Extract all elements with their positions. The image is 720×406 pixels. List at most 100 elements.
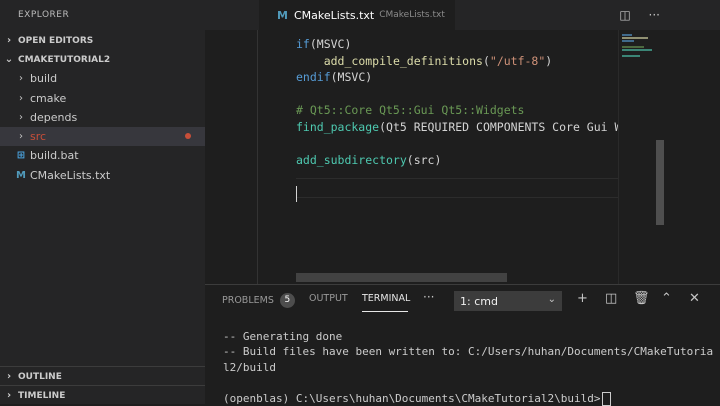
terminal-select-value: 1: cmd <box>460 294 498 308</box>
vertical-scrollbar[interactable] <box>655 30 665 284</box>
code-line[interactable]: find_package(Qt5 REQUIRED COMPONENTS Cor… <box>296 119 628 136</box>
chevron-right-icon: › <box>19 73 23 84</box>
code-token: if <box>296 37 310 51</box>
code-token: (MSVC) <box>309 37 352 51</box>
minimap-line <box>622 40 634 42</box>
terminal-output[interactable]: -- Generating done -- Build files have be… <box>223 329 713 406</box>
code-line[interactable] <box>296 185 628 202</box>
open-editors-header[interactable]: › OPEN EDITORS <box>0 31 205 50</box>
gutter-divider <box>257 30 258 284</box>
cmake-file-icon: M <box>16 170 26 181</box>
editor-actions: ◫ ··· <box>605 8 660 22</box>
terminal-select[interactable]: 1: cmd ⌄ <box>454 291 562 311</box>
more-actions-icon[interactable]: ··· <box>649 8 660 22</box>
chevron-down-icon: ⌄ <box>547 294 556 305</box>
code-token: # Qt5::Core Qt5::Gui Qt5::Widgets <box>296 103 525 118</box>
tab-output[interactable]: OUTPUT <box>309 293 348 304</box>
tab-label: TERMINAL <box>362 293 411 304</box>
code-token: find_package <box>296 119 380 134</box>
tree-item-cmake[interactable]: › cmake <box>0 89 205 108</box>
code-line[interactable] <box>296 136 628 153</box>
tree-item-depends[interactable]: › depends <box>0 108 205 127</box>
code-token: endif <box>296 70 331 85</box>
tree-item-label: src <box>30 130 47 143</box>
explorer-title: EXPLORER <box>18 10 70 20</box>
outline-header[interactable]: › OUTLINE <box>0 367 205 386</box>
editor-margin <box>665 30 720 284</box>
trash-icon[interactable]: 🗑 <box>633 291 650 306</box>
text-cursor <box>296 185 297 202</box>
horizontal-scrollbar[interactable] <box>296 273 507 282</box>
project-label: CMAKETUTORIAL2 <box>18 54 111 65</box>
tab-cmakelists[interactable]: M CMakeLists.txt CMakeLists.txt <box>259 0 455 30</box>
code-line[interactable] <box>296 86 628 103</box>
terminal-line: -- Generating done <box>223 330 343 343</box>
chevron-right-icon: › <box>6 390 12 401</box>
timeline-label: TIMELINE <box>18 390 66 401</box>
terminal-line: l2/build <box>223 360 276 374</box>
code-line[interactable]: if(MSVC) <box>296 36 628 53</box>
code-token: (MSVC) <box>330 70 373 85</box>
code-token: ) <box>545 53 553 68</box>
tab-label: OUTPUT <box>309 293 348 304</box>
tree-item-build[interactable]: › build <box>0 69 205 88</box>
minimap-line <box>622 34 632 36</box>
chevron-down-icon: ⌄ <box>4 54 14 65</box>
problems-count-badge: 5 <box>279 293 295 308</box>
scrollbar-thumb[interactable] <box>656 140 664 225</box>
split-terminal-icon[interactable]: ◫ <box>605 291 617 306</box>
chevron-right-icon: › <box>6 371 12 382</box>
chevron-up-icon[interactable]: ⌃ <box>661 291 672 306</box>
project-header[interactable]: ⌄ CMAKETUTORIAL2 <box>0 50 205 69</box>
bottom-panel: PROBLEMS 5 OUTPUT TERMINAL ··· 1: cmd ⌄ … <box>205 284 720 406</box>
timeline-header[interactable]: › TIMELINE <box>0 386 205 405</box>
minimap-line <box>622 55 640 57</box>
code-editor[interactable]: if(MSVC) add_compile_definitions("/utf-8… <box>205 30 655 284</box>
modified-dot-icon <box>185 133 191 139</box>
more-icon[interactable]: ··· <box>423 290 434 304</box>
open-editors-label: OPEN EDITORS <box>18 35 94 46</box>
tab-problems[interactable]: PROBLEMS 5 <box>222 293 295 308</box>
minimap-line <box>622 49 652 51</box>
tree-item-src[interactable]: › src <box>0 127 205 146</box>
add-terminal-icon[interactable]: + <box>577 291 588 306</box>
tree-item-build-bat[interactable]: ⊞ build.bat <box>0 146 205 165</box>
explorer-sidebar: EXPLORER › OPEN EDITORS ⌄ CMAKETUTORIAL2… <box>0 0 205 404</box>
windows-icon: ⊞ <box>16 150 26 161</box>
tab-label: PROBLEMS <box>222 295 274 306</box>
tree-item-label: build.bat <box>30 149 79 162</box>
tree-item-cmakelists[interactable]: M CMakeLists.txt <box>0 166 205 185</box>
code-line[interactable]: # Qt5::Core Qt5::Gui Qt5::Widgets <box>296 102 628 119</box>
code-token: add_subdirectory <box>296 153 407 168</box>
code-line[interactable]: endif(MSVC) <box>296 69 628 86</box>
tree-item-label: depends <box>30 111 78 124</box>
terminal-line: -- Build files have been written to: C:/… <box>223 345 714 359</box>
minimap-line <box>622 46 644 48</box>
tab-name: CMakeLists.txt <box>293 8 375 22</box>
cmake-file-icon: M <box>277 8 288 22</box>
code-line[interactable] <box>296 169 628 186</box>
split-editor-icon[interactable]: ◫ <box>619 8 630 22</box>
close-icon[interactable]: ✕ <box>689 291 700 306</box>
chevron-right-icon: › <box>19 112 23 123</box>
tab-path: CMakeLists.txt <box>379 10 445 20</box>
tab-terminal[interactable]: TERMINAL <box>362 293 410 304</box>
code-token: ( <box>482 53 490 68</box>
code-line[interactable]: add_subdirectory(src) <box>296 152 628 169</box>
tree-item-label: cmake <box>30 92 67 105</box>
chevron-right-icon: › <box>19 93 23 104</box>
code-token: add_compile_definitions <box>323 53 483 68</box>
code-token: (Qt5 REQUIRED COMPONENTS Core Gui Wi <box>379 119 629 134</box>
code-content[interactable]: if(MSVC) add_compile_definitions("/utf-8… <box>296 36 628 202</box>
chevron-right-icon: › <box>19 131 23 142</box>
editor-tab-bar: M CMakeLists.txt CMakeLists.txt ◫ ··· <box>205 0 720 30</box>
active-tab-underline <box>362 311 408 312</box>
outline-label: OUTLINE <box>18 371 62 382</box>
code-token: "/utf-8" <box>489 53 546 68</box>
tree-item-label: build <box>30 72 58 85</box>
code-line[interactable]: add_compile_definitions("/utf-8") <box>296 53 628 70</box>
minimap[interactable] <box>618 30 655 284</box>
tree-item-label: CMakeLists.txt <box>30 169 111 182</box>
